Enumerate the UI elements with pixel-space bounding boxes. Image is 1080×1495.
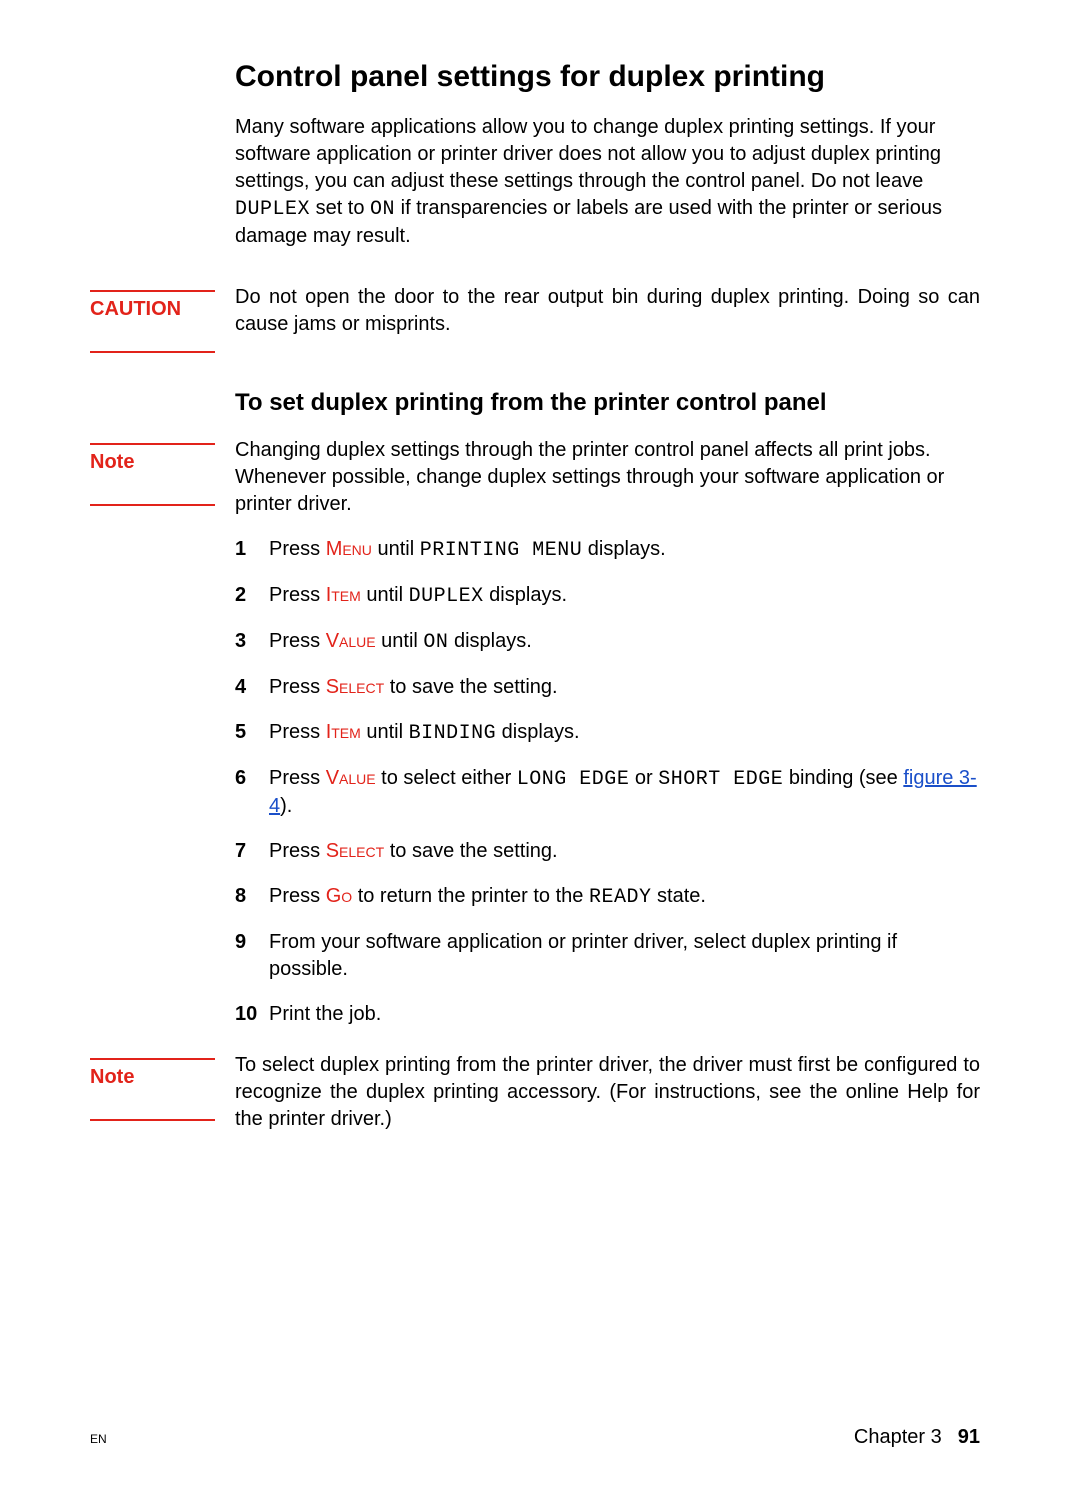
page-heading: Control panel settings for duplex printi… — [235, 60, 980, 94]
caution-block: CAUTION Do not open the door to the rear… — [90, 284, 980, 359]
note2-block: Note To select duplex printing from the … — [90, 1052, 980, 1133]
step-body: Press Go to return the printer to the RE… — [269, 883, 980, 911]
step-keyword: Select — [326, 676, 384, 698]
step-item: 10Print the job. — [235, 1001, 980, 1028]
step-body: Press Menu until PRINTING MENU displays. — [269, 536, 980, 564]
step-text: to save the setting. — [384, 840, 557, 862]
footer-page-number: 91 — [958, 1426, 980, 1449]
step-number: 1 — [235, 536, 269, 563]
note1-rule-top — [90, 443, 215, 445]
intro-mono-1: DUPLEX — [235, 198, 310, 221]
step-text: Press — [269, 676, 326, 698]
intro-text-1: Many software applications allow you to … — [235, 116, 941, 192]
note2-rule-bottom — [90, 1119, 215, 1121]
step-number: 9 — [235, 929, 269, 956]
note2-text: To select duplex printing from the print… — [235, 1052, 980, 1133]
step-text: displays. — [582, 538, 665, 560]
step-keyword: Select — [326, 840, 384, 862]
step-text: Press — [269, 538, 326, 560]
step-item: 4Press Select to save the setting. — [235, 674, 980, 701]
note1-block: Note Changing duplex settings through th… — [90, 437, 980, 518]
step-keyword: Item — [326, 584, 361, 606]
step-text: Press — [269, 630, 326, 652]
subheading: To set duplex printing from the printer … — [235, 389, 980, 417]
step-keyword: Value — [326, 767, 376, 789]
step-number: 3 — [235, 628, 269, 655]
step-item: 7Press Select to save the setting. — [235, 838, 980, 865]
step-keyword: Item — [326, 721, 361, 743]
step-keyword: Go — [326, 885, 352, 907]
step-number: 4 — [235, 674, 269, 701]
intro-text-2: set to — [310, 197, 370, 219]
step-text: to save the setting. — [384, 676, 557, 698]
step-text: to return the printer to the — [352, 885, 589, 907]
step-item: 9From your software application or print… — [235, 929, 980, 983]
step-text: binding (see — [783, 767, 903, 789]
footer-chapter: Chapter 3 — [854, 1426, 942, 1449]
step-mono: SHORT EDGE — [658, 768, 783, 791]
step-text: until — [361, 584, 409, 606]
step-number: 8 — [235, 883, 269, 910]
step-body: Press Select to save the setting. — [269, 838, 980, 865]
step-mono: BINDING — [409, 722, 497, 745]
step-text: until — [361, 721, 409, 743]
caution-text: Do not open the door to the rear output … — [235, 284, 980, 338]
step-text: until — [376, 630, 424, 652]
step-body: Press Value to select either LONG EDGE o… — [269, 765, 980, 820]
step-item: 6Press Value to select either LONG EDGE … — [235, 765, 980, 820]
step-body: Press Item until BINDING displays. — [269, 719, 980, 747]
step-mono: LONG EDGE — [517, 768, 630, 791]
step-number: 10 — [235, 1001, 269, 1028]
step-number: 7 — [235, 838, 269, 865]
step-text: Press — [269, 885, 326, 907]
page: Control panel settings for duplex printi… — [0, 0, 1080, 1495]
step-item: 3Press Value until ON displays. — [235, 628, 980, 656]
step-text: Press — [269, 721, 326, 743]
page-footer: EN Chapter 3 91 — [90, 1426, 980, 1449]
step-body: From your software application or printe… — [269, 929, 980, 983]
note1-rule-bottom — [90, 504, 215, 506]
step-text: displays. — [496, 721, 579, 743]
caution-rule-bottom — [90, 351, 215, 353]
step-text: displays. — [484, 584, 567, 606]
step-text: Press — [269, 840, 326, 862]
step-body: Press Value until ON displays. — [269, 628, 980, 656]
step-keyword: Menu — [326, 538, 372, 560]
step-mono: ON — [423, 631, 448, 654]
caution-rule-top — [90, 290, 215, 292]
note2-label: Note — [90, 1066, 225, 1089]
step-text: until — [372, 538, 420, 560]
step-body: Press Select to save the setting. — [269, 674, 980, 701]
step-text: state. — [651, 885, 705, 907]
step-item: 1Press Menu until PRINTING MENU displays… — [235, 536, 980, 564]
intro-paragraph: Many software applications allow you to … — [235, 114, 980, 250]
step-keyword: Value — [326, 630, 376, 652]
step-mono: PRINTING MENU — [420, 539, 583, 562]
step-text: to select either — [376, 767, 517, 789]
note1-label: Note — [90, 451, 225, 474]
step-text: Press — [269, 767, 326, 789]
step-text: ). — [280, 795, 292, 817]
footer-en: EN — [90, 1432, 107, 1446]
step-body: Press Item until DUPLEX displays. — [269, 582, 980, 610]
step-text: displays. — [448, 630, 531, 652]
note1-text: Changing duplex settings through the pri… — [235, 437, 980, 518]
steps-list: 1Press Menu until PRINTING MENU displays… — [235, 536, 980, 1028]
step-item: 2Press Item until DUPLEX displays. — [235, 582, 980, 610]
step-text: Press — [269, 584, 326, 606]
step-item: 5Press Item until BINDING displays. — [235, 719, 980, 747]
step-text: or — [629, 767, 658, 789]
step-mono: READY — [589, 886, 652, 909]
step-body: Print the job. — [269, 1001, 980, 1028]
step-item: 8Press Go to return the printer to the R… — [235, 883, 980, 911]
caution-label: CAUTION — [90, 298, 225, 321]
step-number: 5 — [235, 719, 269, 746]
step-mono: DUPLEX — [409, 585, 484, 608]
note2-rule-top — [90, 1058, 215, 1060]
step-number: 6 — [235, 765, 269, 792]
intro-mono-2: ON — [370, 198, 395, 221]
step-number: 2 — [235, 582, 269, 609]
